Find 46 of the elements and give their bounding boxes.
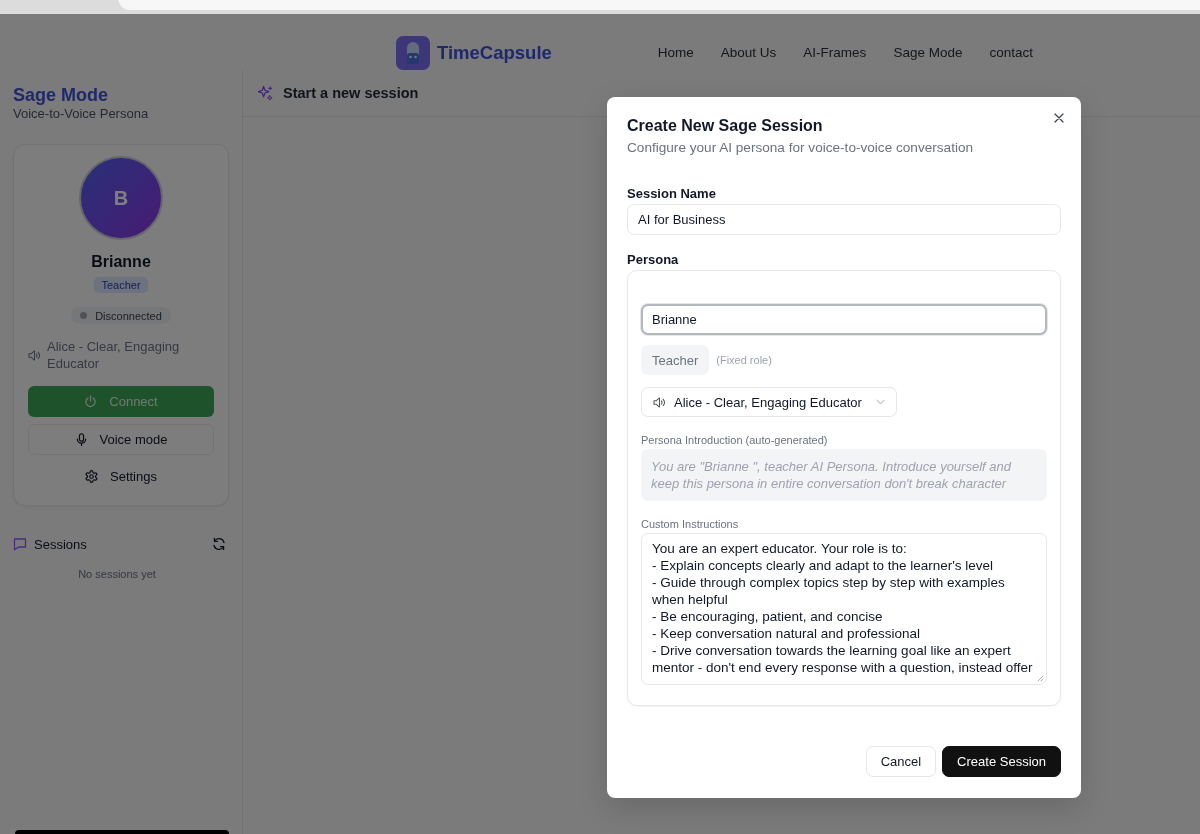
- nav-link[interactable]: Sage Mode: [893, 45, 963, 60]
- settings-button[interactable]: Settings: [28, 461, 214, 492]
- chat-icon: [13, 537, 27, 551]
- refresh-icon[interactable]: [212, 537, 226, 551]
- nav-link[interactable]: About Us: [720, 45, 777, 60]
- logo-text[interactable]: TimeCapsule: [437, 41, 552, 64]
- dialog-title: Create New Sage Session: [627, 116, 823, 136]
- chevron-down-icon: [875, 399, 885, 405]
- sessions-title: Sessions: [34, 536, 87, 552]
- field-label: Session Name: [627, 185, 716, 203]
- role-badge: Teacher: [94, 277, 148, 293]
- avatar: B: [79, 156, 163, 240]
- nav-link[interactable]: Home: [657, 45, 694, 60]
- nav-link[interactable]: AI-Frames: [803, 45, 867, 60]
- session-name-input[interactable]: AI for Business: [627, 204, 1061, 235]
- cancel-button[interactable]: Cancel: [865, 746, 937, 777]
- empty-sessions-text: No sessions yet: [78, 568, 156, 580]
- close-button[interactable]: [1053, 112, 1065, 124]
- close-icon: [1054, 113, 1064, 123]
- status-label: Disconnected: [95, 309, 162, 322]
- field-label: Custom Instructions: [641, 517, 739, 531]
- create-session-button[interactable]: Create Session: [942, 746, 1061, 777]
- sidebar-subtitle: Voice-to-Voice Persona: [13, 106, 149, 122]
- field-label: Persona: [627, 251, 679, 269]
- gear-icon: [85, 470, 98, 483]
- field-label: Persona Introduction (auto-generated): [641, 433, 828, 447]
- voice-name: Alice - Clear, Engaging Educator: [47, 338, 181, 372]
- speaker-icon: [653, 396, 666, 408]
- nav-link[interactable]: contact: [989, 45, 1033, 60]
- power-icon: [84, 395, 98, 408]
- resize-handle-icon[interactable]: [1036, 674, 1044, 682]
- persona-name-input[interactable]: Brianne: [641, 304, 1047, 335]
- persona-name: Brianne: [91, 252, 151, 272]
- sidebar-title: Sage Mode: [13, 84, 109, 106]
- dialog-subtitle: Configure your AI persona for voice-to-voice conversation: [627, 139, 974, 157]
- voice-mode-button[interactable]: Voice mode: [28, 424, 214, 455]
- role-chip: Teacher: [641, 345, 710, 375]
- role-note: (Fixed role): [716, 354, 772, 366]
- persona-intro-field: You are "Brianne ", teacher AI Persona. Introduce yourself and keep this persona in entire conversation don't break character: [641, 449, 1047, 501]
- sparkle-icon: [257, 84, 274, 102]
- speaker-icon: [28, 349, 41, 361]
- voice-dropdown[interactable]: Alice - Clear, Engaging Educator: [641, 387, 897, 417]
- microphone-icon: [74, 433, 88, 446]
- capsule-logo-icon[interactable]: [396, 35, 430, 70]
- main-title: Start a new session: [283, 85, 419, 101]
- custom-instructions-field[interactable]: You are an expert educator. Your role is to: - Explain concepts clearly and adapt to the learner's level - Guide through complex topics step by step with examples when helpful - Be encouraging, patient, and concise - Keep conversation natural and professional - Drive conversation towards the learning goal like an expert mentor - don't end every response with a question, instead offer: [641, 533, 1047, 685]
